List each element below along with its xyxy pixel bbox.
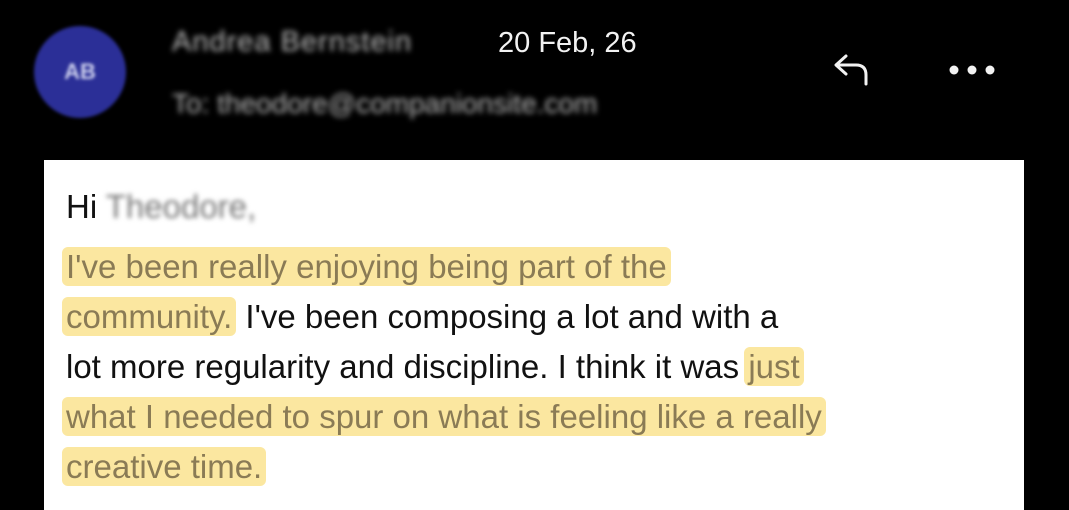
message-line: I've been really enjoying being part of … [62, 242, 1016, 292]
greeting-name: Theodore, [105, 188, 257, 225]
body-text-segment: I've been composing a lot and with a [236, 298, 779, 335]
message-text: I've been really enjoying being part of … [62, 242, 1016, 492]
message-line: what I needed to spur on what is feeling… [62, 392, 1016, 442]
sender-name[interactable]: Andrea Bernstein [172, 26, 412, 59]
message-line: lot more regularity and discipline. I th… [66, 342, 1016, 392]
more-options-button[interactable] [942, 56, 1002, 84]
message-body: Hi Theodore, I've been really enjoying b… [44, 160, 1024, 510]
avatar-initials: AB [64, 59, 96, 84]
highlighted-text: creative time. [62, 447, 267, 486]
highlighted-text: what I needed to spur on what is feeling… [62, 397, 826, 436]
avatar[interactable]: AB [34, 26, 126, 118]
email-view: AB Andrea Bernstein 20 Feb, 26 To: theod… [0, 0, 1069, 510]
greeting-word: Hi [66, 188, 98, 225]
body-text-segment: lot more regularity and discipline. I th… [66, 348, 749, 385]
greeting: Hi Theodore, [66, 188, 256, 226]
highlighted-text: community. [62, 297, 237, 336]
more-options-icon [949, 65, 995, 75]
recipient-line[interactable]: To: theodore@companionsite.com [172, 88, 597, 120]
highlighted-text: just [744, 347, 804, 386]
reply-button[interactable] [826, 46, 878, 90]
highlighted-text: I've been really enjoying being part of … [62, 247, 671, 286]
email-date: 20 Feb, 26 [498, 27, 637, 59]
message-line: community. I've been composing a lot and… [62, 292, 1016, 342]
reply-icon [834, 54, 868, 86]
message-line: creative time. [62, 442, 1016, 492]
